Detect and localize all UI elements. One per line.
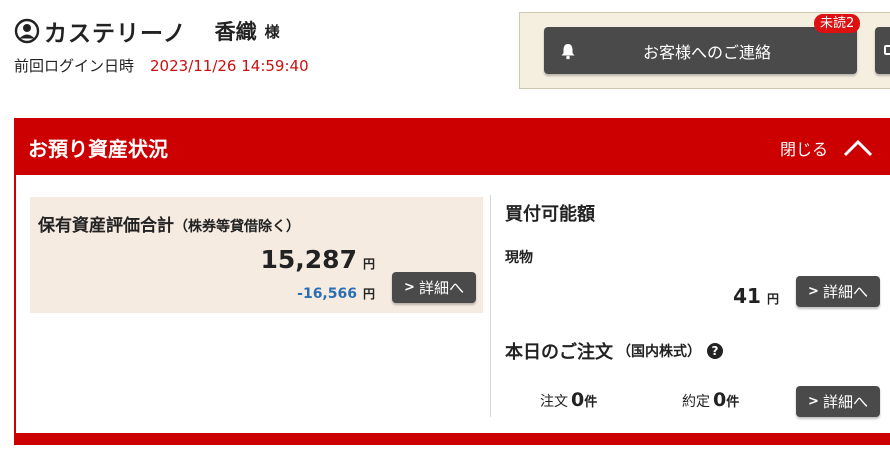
help-icon[interactable]: ? — [707, 343, 723, 359]
holdings-title-text: 保有資産評価合計 — [38, 216, 174, 236]
assets-panel-header: お預り資産状況 — [16, 120, 890, 175]
holdings-value: 15,287 円 — [261, 245, 376, 274]
assets-panel: お預り資産状況 閉じる 保有資産評価合計（株券等貸借除く） 15,287 円 -1… — [14, 118, 890, 445]
filled-label: 約定 — [682, 394, 710, 410]
order-count-value: 0 — [571, 389, 585, 411]
holdings-amount: 15,287 — [260, 245, 357, 274]
user-name: カステリーノ — [44, 21, 187, 47]
contact-button-label: お客様へのご連絡 — [642, 42, 771, 62]
holdings-note: （株券等貸借除く） — [174, 219, 300, 235]
buying-power-detail-label: 詳細へ — [822, 283, 868, 301]
chevron-up-icon — [843, 139, 873, 157]
cash-label: 現物 — [505, 250, 533, 266]
assets-panel-footer — [16, 433, 890, 443]
holdings-detail-label: 詳細へ — [418, 279, 464, 297]
holdings-title: 保有資産評価合計（株券等貸借除く） — [38, 211, 300, 236]
user-given-name: 香織 — [214, 20, 257, 44]
orders-detail-label: 詳細へ — [822, 393, 868, 411]
last-login: 前回ログイン日時 2023/11/26 14:59:40 — [14, 55, 309, 76]
close-label: 閉じる — [780, 140, 829, 159]
buying-power-detail-button[interactable]: > 詳細へ — [796, 276, 880, 307]
last-login-label: 前回ログイン日時 — [14, 57, 135, 75]
holdings-detail-button[interactable]: > 詳細へ — [392, 272, 476, 303]
orders-title: 本日のご注文 （国内株式）? — [505, 338, 723, 364]
filled-count: 約定 0 件 — [682, 389, 739, 411]
orders-detail-button[interactable]: > 詳細へ — [796, 386, 880, 417]
last-login-time: 2023/11/26 14:59:40 — [150, 57, 309, 75]
chevron-right-icon: > — [808, 284, 819, 299]
chevron-right-icon: > — [404, 280, 415, 295]
filled-count-value: 0 — [713, 389, 727, 411]
close-toggle[interactable]: 閉じる — [780, 128, 874, 168]
unread-badge: 未読2 — [814, 14, 861, 33]
buying-power-value: 41 円 — [733, 284, 779, 308]
holdings-diff-amount: -16,566 — [297, 286, 357, 302]
user-honorific: 様 — [264, 22, 280, 41]
user-header: カステリーノ 香織 様 — [14, 14, 280, 48]
buying-power-unit: 円 — [766, 292, 779, 306]
column-divider — [490, 195, 491, 417]
order-count: 注文 0 件 — [540, 389, 597, 411]
secondary-contact-button[interactable] — [875, 27, 890, 74]
buying-power-amount: 41 — [733, 284, 761, 308]
orders-title-text: 本日のご注文 — [505, 342, 613, 363]
bell-icon — [561, 43, 575, 59]
order-count-unit: 件 — [584, 395, 598, 410]
orders-note: （国内株式） — [617, 344, 701, 360]
holdings-diff-unit: 円 — [362, 287, 375, 301]
assets-panel-title: お預り資産状況 — [28, 137, 168, 161]
holdings-diff: -16,566 円 — [297, 283, 375, 302]
buying-power-title: 買付可能額 — [505, 204, 595, 225]
filled-count-unit: 件 — [726, 395, 740, 410]
holdings-card: 保有資産評価合計（株券等貸借除く） 15,287 円 -16,566 円 > 詳細へ — [30, 197, 483, 313]
user-icon — [14, 18, 40, 44]
chevron-right-icon: > — [808, 394, 819, 409]
order-label: 注文 — [540, 394, 568, 410]
window-icon — [884, 45, 890, 55]
holdings-unit: 円 — [362, 257, 375, 271]
contact-box: お客様へのご連絡 未読2 — [519, 12, 890, 89]
contact-button[interactable]: お客様へのご連絡 — [544, 27, 857, 74]
